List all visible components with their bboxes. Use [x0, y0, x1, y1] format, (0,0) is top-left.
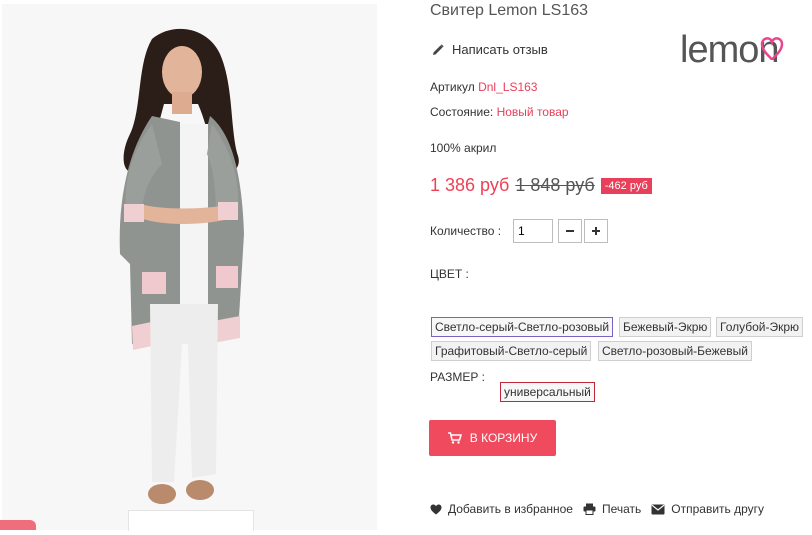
send-to-friend-link[interactable]: Отправить другу	[651, 502, 764, 516]
print-link[interactable]: Печать	[583, 502, 641, 516]
size-label: РАЗМЕР :	[430, 370, 485, 384]
heart-icon	[430, 504, 442, 514]
cart-icon	[447, 432, 462, 444]
sku-value: Dnl_LS163	[478, 80, 538, 94]
add-to-cart-button[interactable]: В КОРЗИНУ	[429, 420, 556, 456]
color-option-beige-ecru[interactable]: Бежевый-Экрю	[619, 317, 712, 337]
write-review-label: Написать отзыв	[452, 42, 548, 57]
current-price: 1 386 руб	[430, 175, 510, 195]
sku-row: Артикул Dnl_LS163	[430, 80, 537, 94]
minus-icon	[566, 230, 574, 232]
color-label: ЦВЕТ :	[430, 267, 469, 281]
composition-text: 100% акрил	[430, 141, 497, 155]
old-price: 1 848 руб	[515, 175, 595, 195]
promo-tab[interactable]	[0, 520, 36, 530]
price-row: 1 386 руб 1 848 руб -462 руб	[430, 175, 652, 196]
add-to-cart-label: В КОРЗИНУ	[469, 431, 538, 445]
brand-logo[interactable]: lemon	[678, 29, 808, 71]
plus-icon	[592, 227, 600, 235]
quantity-increase-button[interactable]	[584, 219, 608, 243]
color-option-light-grey-pink[interactable]: Светло-серый-Светло-розовый	[431, 317, 614, 337]
quantity-label: Количество :	[430, 224, 502, 238]
printer-icon	[583, 503, 596, 515]
quantity-input[interactable]	[513, 219, 553, 243]
product-image-panel	[0, 0, 378, 531]
product-actions: Добавить в избранное Печать Отправить др…	[430, 502, 774, 516]
size-option-universal[interactable]: универсальный	[500, 382, 595, 402]
sku-label: Артикул	[430, 80, 475, 94]
thumbnail-strip[interactable]	[128, 510, 254, 531]
condition-value: Новый товар	[496, 105, 569, 119]
condition-row: Состояние: Новый товар	[430, 105, 569, 119]
color-option-pink-beige[interactable]: Светло-розовый-Бежевый	[598, 341, 752, 361]
pencil-icon	[433, 43, 444, 55]
wishlist-label: Добавить в избранное	[448, 502, 573, 516]
product-photo[interactable]	[2, 4, 377, 530]
quantity-decrease-button[interactable]	[558, 219, 582, 243]
condition-label: Состояние:	[430, 105, 494, 119]
print-label: Печать	[601, 502, 642, 516]
add-to-wishlist-link[interactable]: Добавить в избранное	[430, 502, 573, 516]
write-review-link[interactable]: Написать отзыв	[432, 42, 548, 57]
product-title: Свитер Lemon LS163	[430, 2, 589, 19]
discount-badge: -462 руб	[600, 177, 652, 194]
send-to-friend-label: Отправить другу	[671, 502, 765, 516]
color-option-graphite-grey[interactable]: Графитовый-Светло-серый	[431, 341, 592, 361]
envelope-icon	[651, 504, 665, 514]
lemon-logo-mark: lemon	[680, 29, 784, 71]
model-illustration	[119, 28, 244, 504]
color-option-blue-ecru[interactable]: Голубой-Экрю	[716, 317, 804, 337]
